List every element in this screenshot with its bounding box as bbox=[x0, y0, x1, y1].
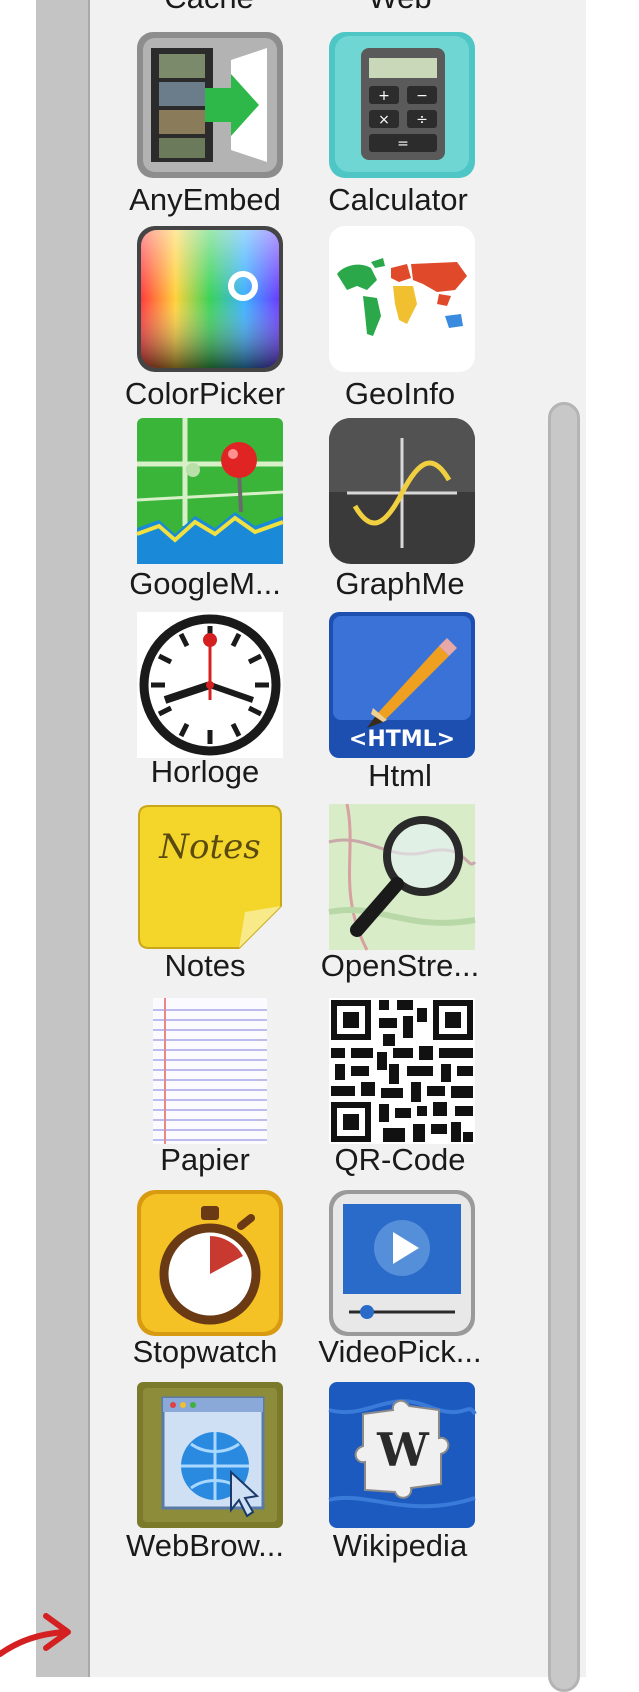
world-map-icon bbox=[329, 226, 475, 372]
app-label-graphme[interactable]: GraphMe bbox=[305, 566, 495, 602]
app-tile-papier[interactable] bbox=[135, 996, 285, 1146]
svg-text:×: × bbox=[378, 112, 390, 128]
app-tile-anyembed[interactable] bbox=[135, 30, 285, 180]
app-label-colorpicker[interactable]: ColorPicker bbox=[110, 376, 300, 412]
app-tile-openstreetmap[interactable] bbox=[327, 802, 477, 952]
web-browser-icon bbox=[137, 1382, 283, 1528]
app-tile-stopwatch[interactable] bbox=[135, 1188, 285, 1338]
app-label-html[interactable]: Html bbox=[305, 758, 495, 794]
video-player-icon bbox=[329, 1190, 475, 1336]
red-arrow-annotation-icon bbox=[0, 1613, 71, 1657]
color-gradient-icon bbox=[137, 226, 283, 372]
app-label-wikipedia[interactable]: Wikipedia bbox=[305, 1528, 495, 1564]
right-margin bbox=[586, 0, 639, 1677]
svg-text:÷: ÷ bbox=[416, 112, 428, 128]
lined-paper-icon bbox=[153, 998, 267, 1144]
app-label-googlemaps[interactable]: GoogleM... bbox=[110, 566, 300, 602]
app-label-stopwatch[interactable]: Stopwatch bbox=[110, 1334, 300, 1370]
sine-graph-icon bbox=[329, 418, 475, 564]
calculator-icon: + − × ÷ = bbox=[329, 32, 475, 178]
app-label-horloge[interactable]: Horloge bbox=[110, 754, 300, 790]
app-tile-wikipedia[interactable]: W bbox=[327, 1380, 477, 1530]
stopwatch-icon bbox=[137, 1190, 283, 1336]
map-pin-icon bbox=[136, 418, 284, 564]
app-label-webbrowser[interactable]: WebBrow... bbox=[110, 1528, 300, 1564]
app-label-videopicker[interactable]: VideoPick... bbox=[305, 1334, 495, 1370]
html-pencil-icon: <HTML> bbox=[329, 612, 475, 758]
app-label-anyembed[interactable]: AnyEmbed bbox=[110, 182, 300, 218]
vertical-scrollbar[interactable] bbox=[548, 402, 580, 1692]
app-tile-qrcode[interactable] bbox=[327, 996, 477, 1146]
notes-badge-text: Notes bbox=[158, 827, 260, 867]
app-tile-googlemaps[interactable] bbox=[135, 416, 285, 566]
app-tile-calculator[interactable]: + − × ÷ = bbox=[327, 30, 477, 180]
wikipedia-badge-text: W bbox=[376, 1423, 430, 1477]
app-label-geoinfo[interactable]: GeoInfo bbox=[305, 376, 495, 412]
app-label-notes[interactable]: Notes bbox=[110, 948, 300, 984]
svg-text:−: − bbox=[416, 88, 428, 104]
svg-text:+: + bbox=[378, 88, 390, 104]
app-tile-videopicker[interactable] bbox=[327, 1188, 477, 1338]
app-label-cache[interactable]: Cache bbox=[114, 0, 304, 16]
app-tile-horloge[interactable] bbox=[135, 610, 285, 760]
clock-icon bbox=[137, 612, 283, 758]
wikipedia-puzzle-icon: W bbox=[328, 1382, 477, 1528]
app-label-openstreetmap[interactable]: OpenStre... bbox=[305, 948, 495, 984]
film-arrow-icon bbox=[137, 32, 283, 178]
app-tile-graphme[interactable] bbox=[327, 416, 477, 566]
app-label-qrcode[interactable]: QR-Code bbox=[305, 1142, 495, 1178]
sticky-note-icon: Notes bbox=[138, 805, 282, 949]
app-tile-webbrowser[interactable] bbox=[135, 1380, 285, 1530]
app-label-papier[interactable]: Papier bbox=[110, 1142, 300, 1178]
map-magnifier-icon bbox=[328, 803, 477, 951]
app-tile-notes[interactable]: Notes bbox=[135, 802, 285, 952]
app-label-calculator[interactable]: Calculator bbox=[303, 182, 493, 218]
app-tile-geoinfo[interactable] bbox=[327, 224, 477, 374]
app-label-web[interactable]: Web bbox=[305, 0, 495, 16]
qr-code-icon bbox=[329, 998, 475, 1144]
app-tile-colorpicker[interactable] bbox=[135, 224, 285, 374]
app-tile-html[interactable]: <HTML> bbox=[327, 610, 477, 760]
svg-text:=: = bbox=[397, 136, 409, 152]
left-sidebar-strip bbox=[36, 0, 88, 1677]
html-badge-text: <HTML> bbox=[349, 727, 455, 752]
